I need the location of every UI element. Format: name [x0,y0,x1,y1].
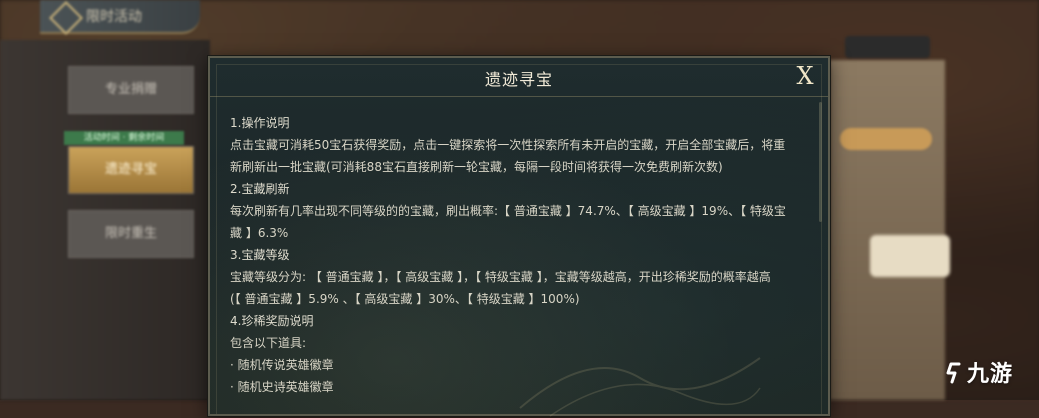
scrollbar[interactable] [819,102,822,222]
body-line: 每次刷新有几率出现不同等级的的宝藏，刷出概率:【 普通宝藏 】74.7%、【 高… [230,204,786,218]
sidebar-item-donation[interactable]: 专业捐赠 [68,66,194,114]
body-line: 藏 】6.3% [230,226,289,240]
close-button[interactable]: X [790,61,820,91]
section-heading-rewards: 4.珍稀奖励说明 [230,314,314,328]
section-heading-refresh: 2.宝藏刷新 [230,182,290,196]
body-line: 宝藏等级分为: 【 普通宝藏 】，【 高级宝藏 】，【 特级宝藏 】，宝藏等级越… [230,270,771,284]
body-line: (【 普通宝藏 】5.9% 、【 高级宝藏 】30%、【 特级宝藏 】100%) [230,292,580,306]
sidebar-item-relic-treasure[interactable]: 遗迹寻宝 [68,146,194,194]
section-heading-operation: 1.操作说明 [230,116,290,130]
body-line: 包含以下道具: [230,336,307,350]
currency-display [845,36,930,58]
watermark-text: 九游 [967,362,1014,387]
section-heading-level: 3.宝藏等级 [230,248,290,262]
diamond-icon [49,1,83,35]
sidebar-header: 限时活动 [40,0,200,35]
body-line: 点击宝藏可消耗50宝石获得奖励，点击一键探索将一次性探索所有未开启的宝藏，开启全… [230,138,786,152]
jiuyou-logo-icon [946,362,961,384]
dialog-title: 遗迹寻宝 [484,70,553,89]
right-action-pill[interactable] [840,128,932,150]
body-line: 新刷新出一批宝藏(可消耗88宝石直接刷新一轮宝藏，每隔一段时间将获得一次免费刷新… [230,160,723,174]
dialog-body: 1.操作说明 点击宝藏可消耗50宝石获得奖励，点击一键探索将一次性探索所有未开启… [230,112,808,398]
relic-treasure-dialog: 遗迹寻宝 X 1.操作说明 点击宝藏可消耗50宝石获得奖励，点击一键探索将一次性… [208,56,830,417]
sidebar-header-title: 限时活动 [86,9,142,25]
right-info-card [870,235,950,277]
list-item: · 随机传说英雄徽章 [230,358,334,372]
watermark: 九游 [945,356,1013,388]
list-item: · 随机史诗英雄徽章 [230,380,334,394]
event-time-tag: 活动时间 · 剩余时间 [64,131,184,145]
sidebar-item-rebirth[interactable]: 限时重生 [68,210,194,258]
right-background-panel [830,60,945,400]
dialog-header: 遗迹寻宝 X [210,58,828,97]
